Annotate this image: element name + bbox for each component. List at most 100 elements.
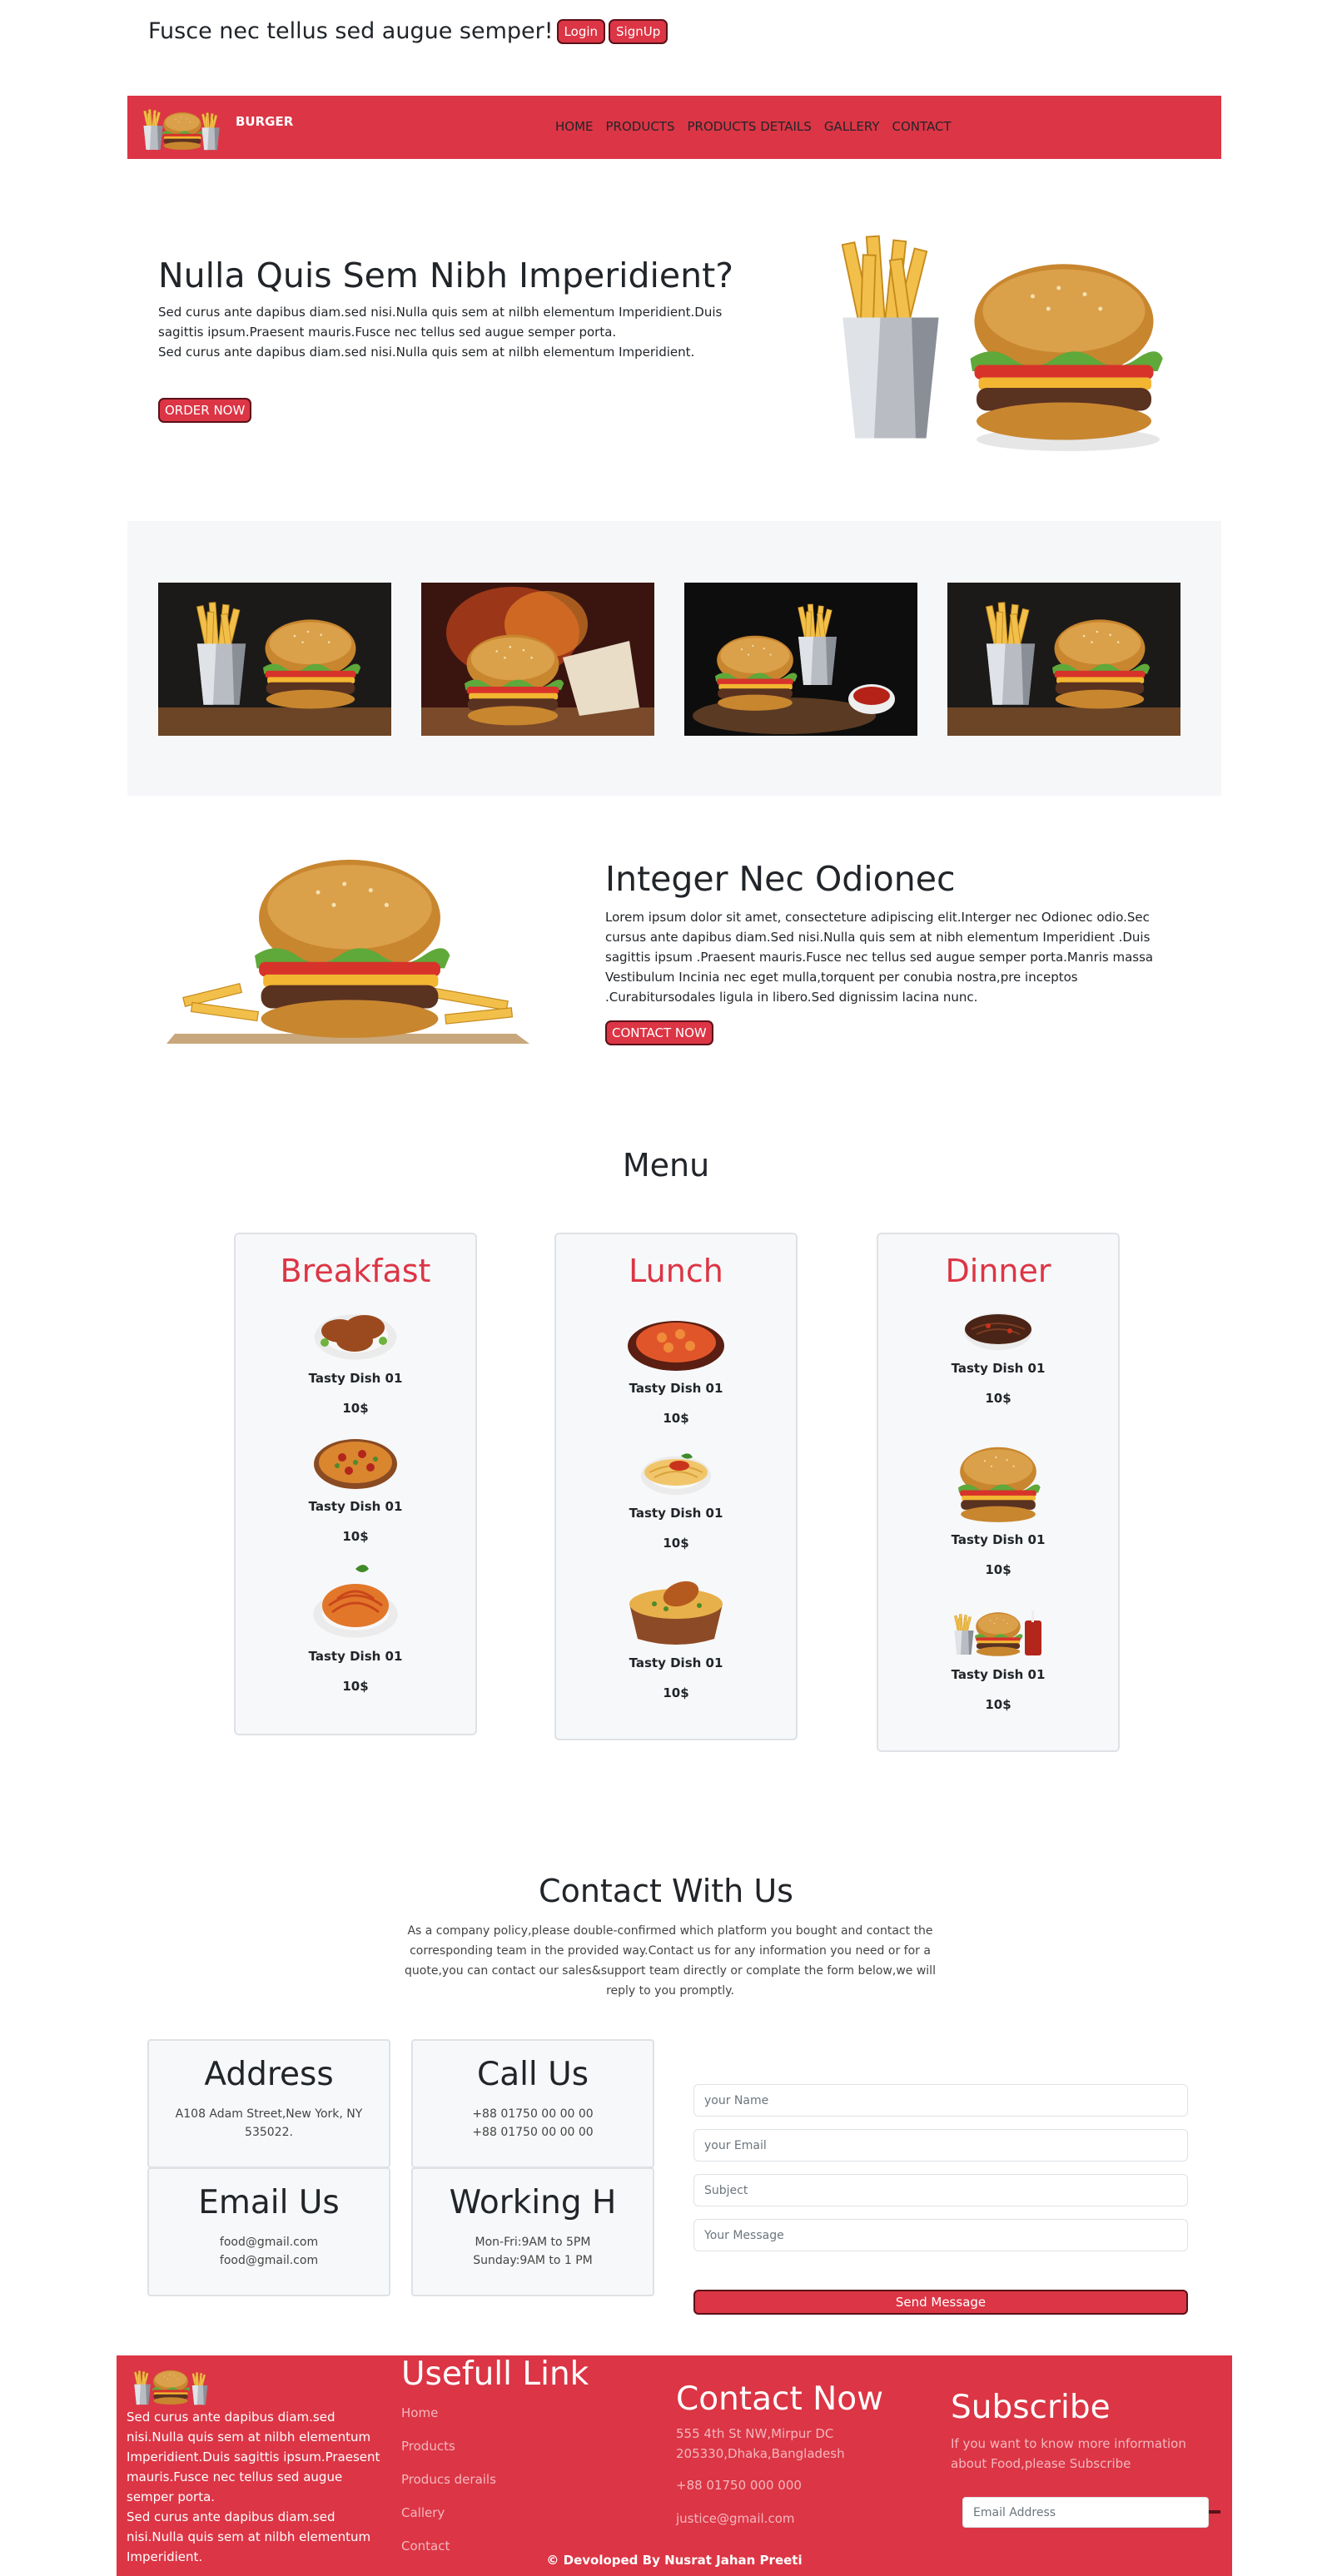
- name-input[interactable]: [693, 2084, 1188, 2117]
- menu-card-lunch: Lunch Tasty Dish 01 10$ Tasty Dish 01 10…: [554, 1233, 798, 1740]
- chicken-rice-pot-icon: [629, 1581, 723, 1645]
- menu-card-dinner: Dinner Tasty Dish 01 10$ Tasty Dish 01 1…: [877, 1233, 1120, 1752]
- gallery-image-3[interactable]: [684, 583, 917, 736]
- subscribe-email-input[interactable]: [962, 2497, 1209, 2528]
- burger-logo-icon[interactable]: [139, 104, 226, 152]
- subscribe-title: Subscribe: [951, 2389, 1111, 2426]
- address-card: Address A108 Adam Street,New York, NY 53…: [147, 2039, 390, 2168]
- menu-dish[interactable]: Tasty Dish 01 10$: [236, 1434, 475, 1544]
- spaghetti-icon: [313, 1565, 398, 1638]
- dish-price: 10$: [342, 1401, 369, 1416]
- footer-email: justice@gmail.com: [676, 2511, 795, 2526]
- noodle-plate-icon: [964, 1313, 1032, 1351]
- hero-paragraph-1: Sed curus ante dapibus diam.sed nisi.Nul…: [158, 305, 723, 340]
- info-card-line: food@gmail.com: [219, 2254, 319, 2267]
- subscribe-text-line: If you want to know more information: [951, 2436, 1186, 2451]
- info-card-title: Address: [204, 2056, 334, 2093]
- dish-name: Tasty Dish 01: [629, 1655, 723, 1670]
- menu-dish[interactable]: Tasty Dish 01 10$: [556, 1444, 796, 1551]
- subscribe-text: If you want to know more information abo…: [951, 2434, 1186, 2474]
- call-us-card: Call Us +88 01750 00 00 00 +88 01750 00 …: [411, 2039, 654, 2168]
- gallery-image-4[interactable]: [947, 583, 1180, 736]
- info-card-title: Working H: [449, 2184, 617, 2221]
- signup-button[interactable]: SignUp: [609, 18, 668, 44]
- menu-dish[interactable]: Tasty Dish 01 10$: [236, 1561, 475, 1694]
- nav-link-contact[interactable]: CONTACT: [892, 119, 952, 134]
- footer-about-paragraph-1: Sed curus ante dapibus diam.sed nisi.Nul…: [127, 2410, 380, 2504]
- footer-phone: +88 01750 000 000: [676, 2478, 802, 2493]
- dish-price: 10$: [342, 1529, 369, 1544]
- footer-link-product-details[interactable]: Producs derails: [401, 2472, 496, 2487]
- gallery-section: [127, 521, 1221, 796]
- contact-now-title: Contact Now: [676, 2380, 884, 2418]
- subject-input[interactable]: [693, 2174, 1188, 2206]
- dish-name: Tasty Dish 01: [629, 1381, 723, 1396]
- site-footer: Sed curus ante dapibus diam.sed nisi.Nul…: [117, 2355, 1232, 2576]
- brand-name[interactable]: BURGER: [236, 114, 293, 129]
- dish-price: 10$: [985, 1697, 1011, 1712]
- dish-name: Tasty Dish 01: [308, 1371, 403, 1386]
- info-card-title: Email Us: [198, 2184, 340, 2221]
- dish-price: 10$: [663, 1685, 689, 1700]
- hero-text: Sed curus ante dapibus diam.sed nisi.Nul…: [158, 302, 733, 362]
- dish-name: Tasty Dish 01: [308, 1649, 403, 1664]
- contact-now-button[interactable]: CONTACT NOW: [605, 1020, 713, 1045]
- info-card-line: food@gmail.com: [219, 2236, 319, 2249]
- footer-link-gallery[interactable]: Callery: [401, 2505, 445, 2520]
- info-card-line: +88 01750 00 00 00: [472, 2107, 594, 2121]
- developer-credit: © Devoloped By Nusrat Jahan Preeti: [546, 2553, 803, 2568]
- info-card-line: Sunday:9AM to 1 PM: [473, 2254, 593, 2267]
- menu-dish[interactable]: Tasty Dish 01 10$: [878, 1303, 1118, 1406]
- pizza-icon: [314, 1439, 397, 1489]
- nav-link-home[interactable]: HOME: [555, 119, 594, 134]
- nav-link-products[interactable]: PRODUCTS: [606, 119, 675, 134]
- menu-title: Menu: [622, 1147, 710, 1184]
- footer-link-products[interactable]: Products: [401, 2439, 455, 2454]
- spaghetti-plate-icon: [640, 1453, 712, 1496]
- menu-dish[interactable]: Tasty Dish 01 10$: [878, 1609, 1118, 1712]
- order-now-button[interactable]: ORDER NOW: [158, 398, 252, 423]
- menu-dish[interactable]: Tasty Dish 01 10$: [556, 1571, 796, 1700]
- dish-name: Tasty Dish 01: [951, 1667, 1046, 1682]
- gallery-image-1[interactable]: [158, 583, 391, 736]
- chicken-drumsticks-icon: [314, 1314, 397, 1360]
- dish-price: 10$: [985, 1391, 1011, 1406]
- menu-card-breakfast: Breakfast Tasty Dish 01 10$ Tasty Dish 0…: [234, 1233, 477, 1735]
- burger-combo-icon: [954, 1611, 1041, 1656]
- gallery-image-2[interactable]: [421, 583, 654, 736]
- info-card-line: A108 Adam Street,New York, NY: [175, 2107, 363, 2121]
- dish-name: Tasty Dish 01: [629, 1506, 723, 1521]
- footer-link-contact[interactable]: Contact: [401, 2539, 450, 2554]
- footer-address: 555 4th St NW,Mirpur DC 205330,Dhaka,Ban…: [676, 2424, 845, 2464]
- main-navbar: BURGER HOME PRODUCTS PRODUCTS DETAILS GA…: [127, 96, 1221, 159]
- info-card-line: Mon-Fri:9AM to 5PM: [475, 2236, 591, 2249]
- menu-dish[interactable]: Tasty Dish 01 10$: [878, 1444, 1118, 1577]
- menu-card-title: Breakfast: [280, 1253, 431, 1289]
- login-button[interactable]: Login: [556, 18, 606, 44]
- menu-card-title: Dinner: [945, 1253, 1051, 1289]
- dish-name: Tasty Dish 01: [951, 1532, 1046, 1547]
- footer-address-line: 555 4th St NW,Mirpur DC: [676, 2426, 834, 2441]
- useful-links-title: Usefull Link: [401, 2355, 589, 2393]
- burger-icon: [958, 1447, 1041, 1522]
- info-card-line: +88 01750 00 00 00: [472, 2126, 594, 2139]
- subscribe-button[interactable]: [1209, 2510, 1220, 2514]
- dish-price: 10$: [663, 1536, 689, 1551]
- info-card-title: Call Us: [476, 2056, 589, 2093]
- footer-address-line: 205330,Dhaka,Bangladesh: [676, 2446, 845, 2461]
- subscribe-text-line: about Food,please Subscribe: [951, 2456, 1131, 2471]
- dish-price: 10$: [342, 1679, 369, 1694]
- send-message-button[interactable]: Send Message: [693, 2290, 1188, 2315]
- menu-dish[interactable]: Tasty Dish 01 10$: [556, 1314, 796, 1426]
- menu-dish[interactable]: Tasty Dish 01 10$: [236, 1303, 475, 1416]
- email-input[interactable]: [693, 2129, 1188, 2162]
- dish-name: Tasty Dish 01: [951, 1361, 1046, 1376]
- about-text: Lorem ipsum dolor sit amet, consecteture…: [605, 910, 1154, 1005]
- nav-link-products-details[interactable]: PRODUCTS DETAILS: [687, 119, 811, 134]
- hero-title: Nulla Quis Sem Nibh Imperidient?: [158, 256, 733, 295]
- message-input[interactable]: [693, 2219, 1188, 2251]
- nav-link-gallery[interactable]: GALLERY: [824, 119, 880, 134]
- menu-card-title: Lunch: [629, 1253, 723, 1289]
- hero-paragraph-2: Sed curus ante dapibus diam.sed nisi.Nul…: [158, 345, 695, 360]
- footer-link-home[interactable]: Home: [401, 2405, 438, 2420]
